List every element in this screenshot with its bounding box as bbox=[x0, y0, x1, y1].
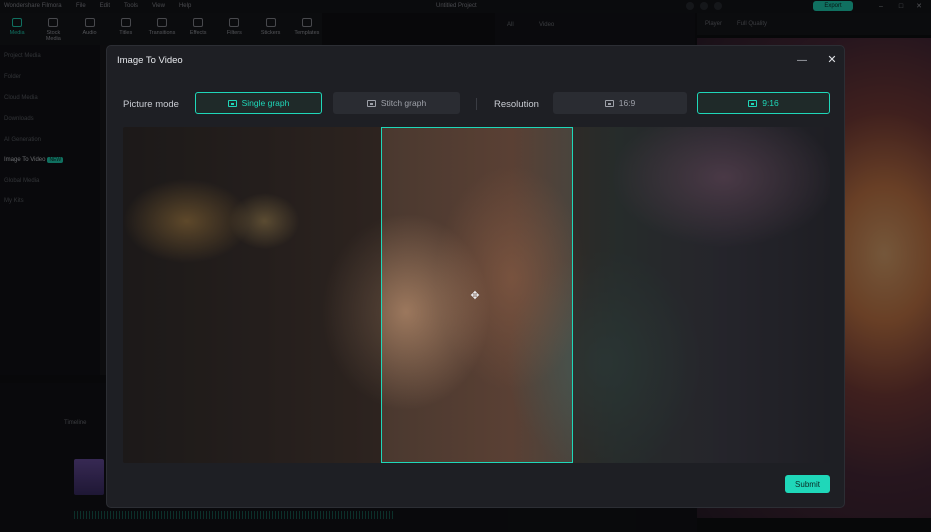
image-icon bbox=[366, 99, 376, 107]
picture-mode-label: Picture mode bbox=[123, 99, 179, 110]
stitch-graph-button[interactable]: Stitch graph bbox=[333, 92, 460, 114]
resolution-16-9-button[interactable]: 16:9 bbox=[553, 92, 687, 114]
dialog-title: Image To Video bbox=[117, 55, 183, 66]
image-icon bbox=[227, 99, 237, 107]
image-to-video-dialog: Image To Video — ✕ Picture mode Single g… bbox=[106, 45, 845, 508]
divider bbox=[476, 98, 477, 110]
single-graph-button[interactable]: Single graph bbox=[195, 92, 322, 114]
submit-button[interactable]: Submit bbox=[785, 475, 830, 493]
move-icon[interactable]: ✥ bbox=[469, 290, 481, 302]
image-preview: ✥ bbox=[123, 127, 830, 463]
screen-icon bbox=[604, 99, 614, 107]
crop-shade-right bbox=[573, 127, 830, 463]
resolution-9-16-button[interactable]: 9:16 bbox=[697, 92, 830, 114]
resolution-label: Resolution bbox=[494, 99, 539, 110]
screen-icon bbox=[748, 99, 758, 107]
close-icon[interactable]: ✕ bbox=[826, 54, 838, 66]
crop-shade-left bbox=[123, 127, 381, 463]
minimize-icon[interactable]: — bbox=[796, 55, 808, 67]
